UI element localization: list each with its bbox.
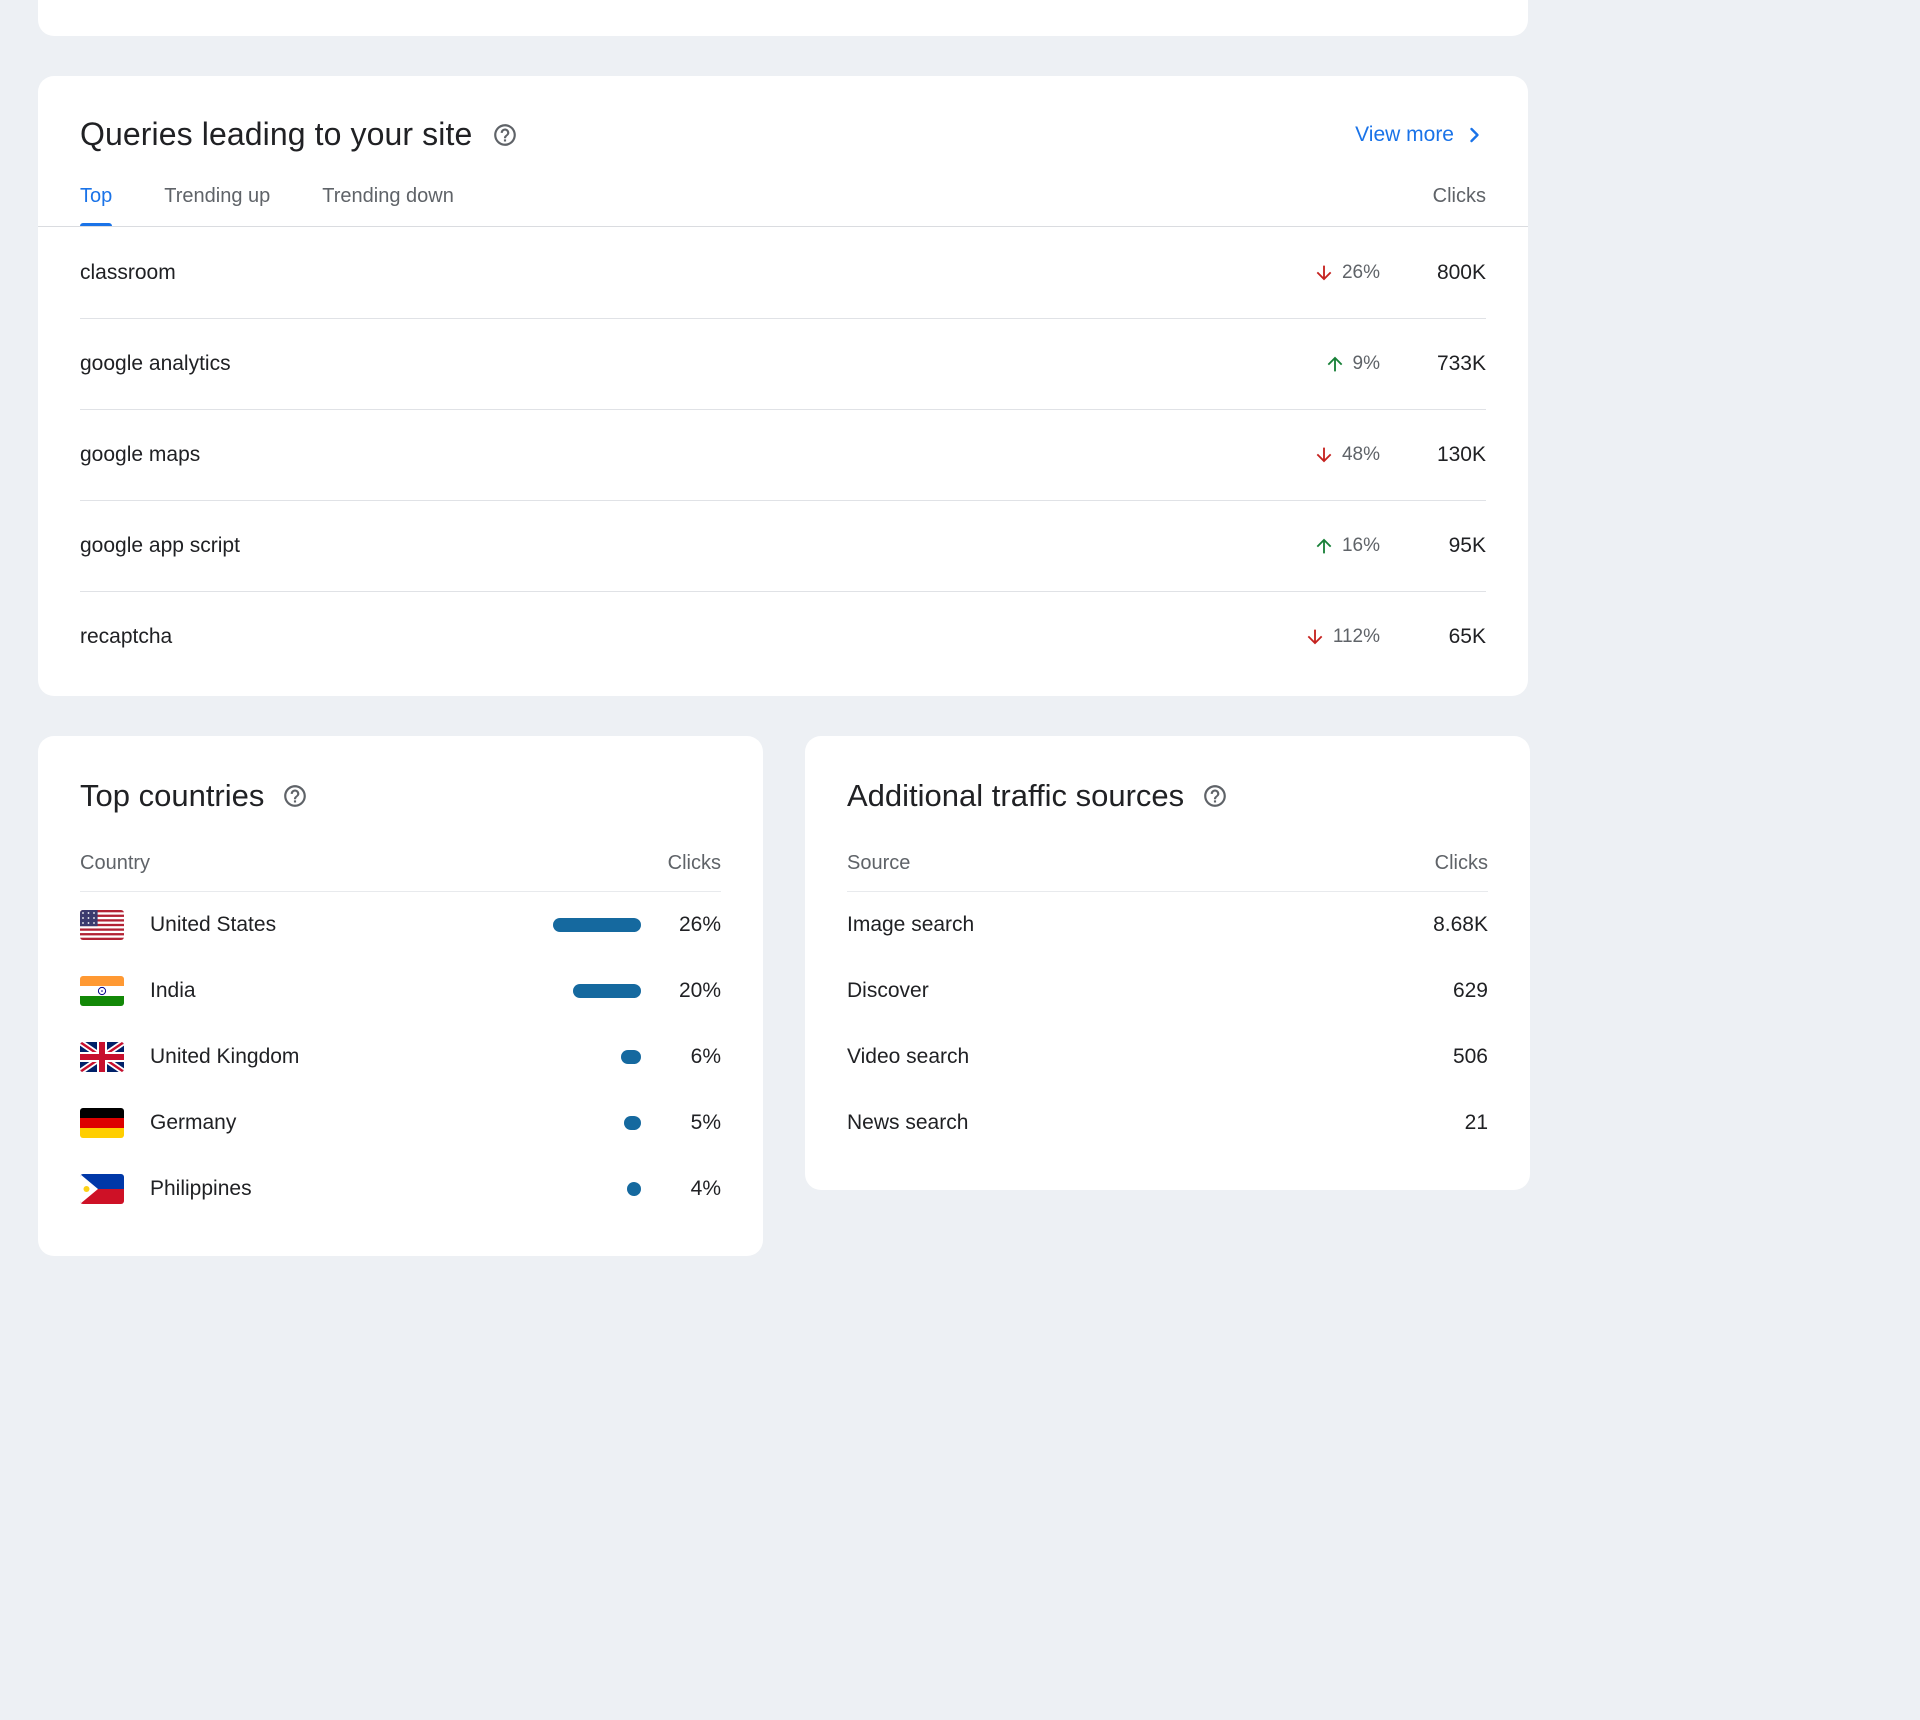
trend-indicator: 112%: [1304, 626, 1380, 648]
query-row: google maps 48% 130K: [80, 409, 1486, 500]
traffic-source-name: Discover: [847, 979, 929, 1003]
trend-percent: 48%: [1342, 444, 1380, 466]
help-icon[interactable]: [282, 783, 308, 809]
trend-indicator: 26%: [1313, 262, 1380, 284]
queries-card-title: Queries leading to your site: [80, 116, 472, 153]
traffic-source-row: Video search 506: [847, 1024, 1488, 1090]
country-column-header: Country: [80, 852, 150, 875]
clicks-column-header: Clicks: [1435, 852, 1488, 875]
traffic-source-name: Image search: [847, 913, 974, 937]
view-more-label: View more: [1355, 123, 1454, 147]
country-clicks-percent: 26%: [663, 913, 721, 937]
arrow-up-icon: [1324, 353, 1346, 375]
country-name: United States: [150, 913, 276, 937]
queries-tabs-row: Top Trending up Trending down Clicks: [38, 185, 1528, 227]
help-icon[interactable]: [492, 122, 518, 148]
trend-indicator: 16%: [1313, 535, 1380, 557]
query-rows: classroom 26% 800K google analytics: [38, 227, 1528, 696]
traffic-source-clicks: 8.68K: [1433, 913, 1488, 937]
arrow-down-icon: [1304, 626, 1326, 648]
country-row: India 20%: [80, 958, 721, 1024]
query-name: google app script: [80, 534, 240, 558]
query-row: recaptcha 112% 65K: [80, 591, 1486, 682]
traffic-source-row: News search 21: [847, 1090, 1488, 1156]
country-clicks-percent: 20%: [663, 979, 721, 1003]
traffic-source-row: Image search 8.68K: [847, 892, 1488, 958]
country-clicks-percent: 4%: [663, 1177, 721, 1201]
query-name: google maps: [80, 443, 200, 467]
help-icon[interactable]: [1202, 783, 1228, 809]
country-name: United Kingdom: [150, 1045, 299, 1069]
clicks-bar: [621, 1050, 641, 1064]
flag-philippines-icon: [80, 1174, 124, 1204]
query-row: google analytics 9% 733K: [80, 318, 1486, 409]
traffic-source-name: Video search: [847, 1045, 969, 1069]
clicks-bar: [624, 1116, 641, 1130]
query-clicks-value: 95K: [1406, 534, 1486, 558]
query-row: google app script 16% 95K: [80, 500, 1486, 591]
countries-table-header: Country Clicks: [80, 852, 721, 892]
page: Queries leading to your site View more T…: [0, 0, 1920, 1720]
country-name: Germany: [150, 1111, 236, 1135]
queries-card: Queries leading to your site View more T…: [38, 76, 1528, 696]
clicks-bar: [627, 1182, 641, 1196]
query-row: classroom 26% 800K: [80, 227, 1486, 318]
country-clicks-percent: 5%: [663, 1111, 721, 1135]
flag-germany-icon: [80, 1108, 124, 1138]
query-name: google analytics: [80, 352, 231, 376]
trend-indicator: 48%: [1313, 444, 1380, 466]
top-countries-title: Top countries: [80, 778, 264, 814]
additional-traffic-sources-card: Additional traffic sources Source Clicks…: [805, 736, 1530, 1190]
query-clicks-value: 65K: [1406, 625, 1486, 649]
traffic-source-clicks: 21: [1465, 1111, 1488, 1135]
country-row: United States 26%: [80, 892, 721, 958]
trend-percent: 112%: [1333, 626, 1380, 648]
flag-united-states-icon: [80, 910, 124, 940]
tab-trending-up[interactable]: Trending up: [164, 185, 270, 226]
traffic-source-row: Discover 629: [847, 958, 1488, 1024]
flag-india-icon: [80, 976, 124, 1006]
query-name: classroom: [80, 261, 176, 285]
tab-top[interactable]: Top: [80, 185, 112, 226]
arrow-down-icon: [1313, 444, 1335, 466]
clicks-bar: [573, 984, 641, 998]
country-clicks-percent: 6%: [663, 1045, 721, 1069]
queries-card-header: Queries leading to your site View more: [38, 76, 1528, 153]
trend-indicator: 9%: [1324, 353, 1380, 375]
bottom-grid: Top countries Country Clicks: [38, 736, 1882, 1256]
country-name: India: [150, 979, 196, 1003]
top-countries-card: Top countries Country Clicks: [38, 736, 763, 1256]
clicks-bar: [553, 918, 641, 932]
tab-trending-down[interactable]: Trending down: [322, 185, 454, 226]
trend-percent: 16%: [1342, 535, 1380, 557]
query-clicks-value: 733K: [1406, 352, 1486, 376]
arrow-up-icon: [1313, 535, 1335, 557]
previous-card-remnant: [38, 0, 1528, 36]
flag-united-kingdom-icon: [80, 1042, 124, 1072]
country-row: United Kingdom 6%: [80, 1024, 721, 1090]
clicks-column-header: Clicks: [668, 852, 721, 875]
traffic-source-clicks: 629: [1453, 979, 1488, 1003]
chevron-right-icon: [1462, 123, 1486, 147]
traffic-source-name: News search: [847, 1111, 968, 1135]
clicks-column-header: Clicks: [1433, 185, 1486, 226]
query-clicks-value: 800K: [1406, 261, 1486, 285]
traffic-source-clicks: 506: [1453, 1045, 1488, 1069]
trend-percent: 9%: [1353, 353, 1380, 375]
additional-traffic-sources-title: Additional traffic sources: [847, 778, 1184, 814]
source-column-header: Source: [847, 852, 910, 875]
country-name: Philippines: [150, 1177, 252, 1201]
view-more-link[interactable]: View more: [1355, 123, 1486, 147]
country-row: Germany 5%: [80, 1090, 721, 1156]
country-row: Philippines 4%: [80, 1156, 721, 1222]
arrow-down-icon: [1313, 262, 1335, 284]
query-name: recaptcha: [80, 625, 172, 649]
traffic-table-header: Source Clicks: [847, 852, 1488, 892]
trend-percent: 26%: [1342, 262, 1380, 284]
query-clicks-value: 130K: [1406, 443, 1486, 467]
